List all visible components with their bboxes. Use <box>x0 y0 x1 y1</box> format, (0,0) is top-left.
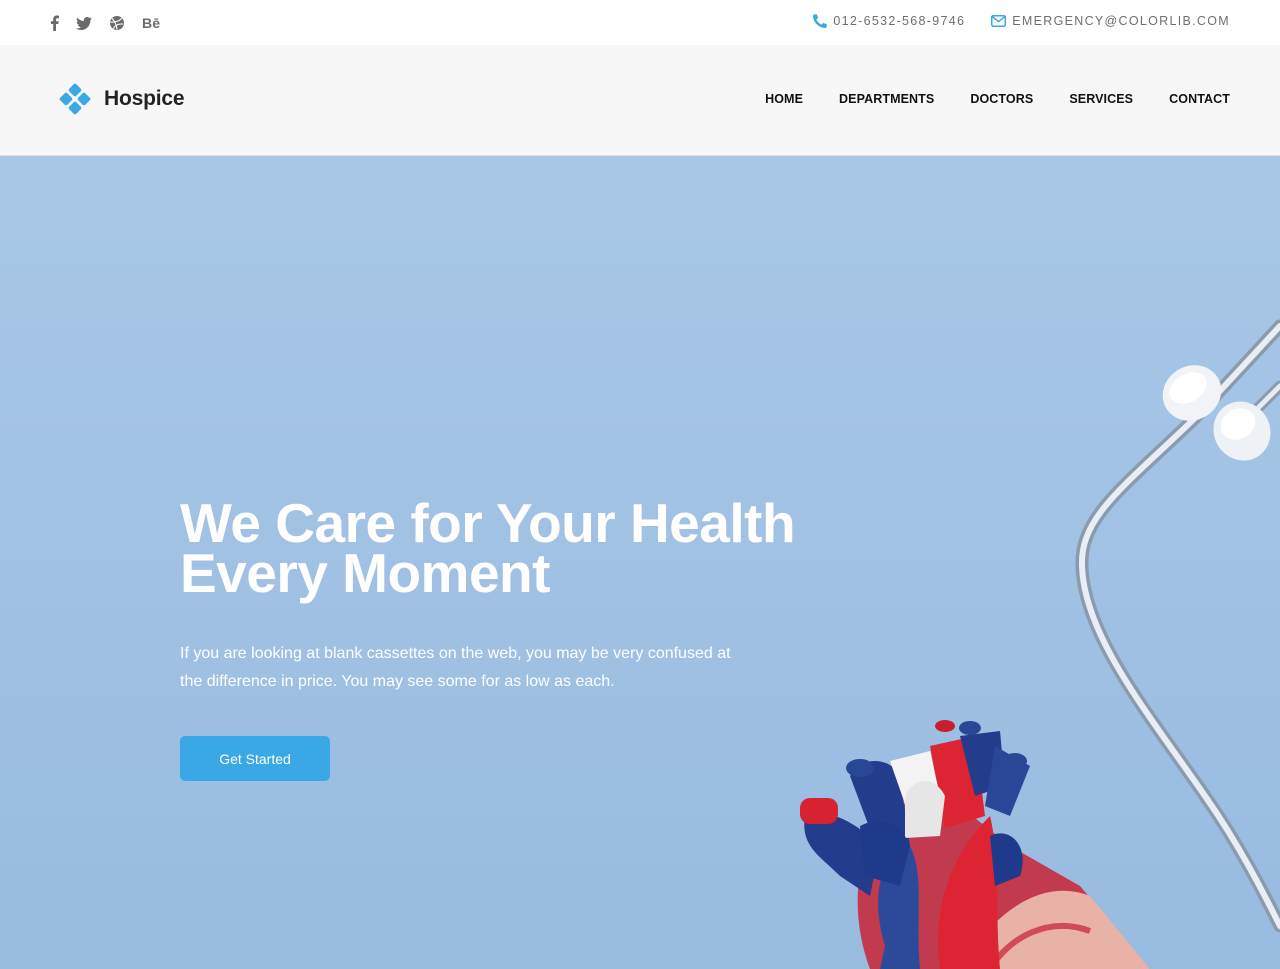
twitter-icon[interactable] <box>76 14 92 32</box>
phone-link[interactable]: 012-6532-568-9746 <box>813 14 965 28</box>
stethoscope-illustration <box>1075 319 1280 933</box>
nav-home[interactable]: HOME <box>765 92 803 106</box>
envelope-icon <box>991 15 1007 27</box>
nav-doctors[interactable]: DOCTORS <box>970 92 1033 106</box>
hero-description-line-1: If you are looking at blank cassettes on… <box>180 645 731 662</box>
main-nav: HOME DEPARTMENTS DOCTORS SERVICES CONTAC… <box>765 92 1230 106</box>
email-address: EMERGENCY@COLORLIB.COM <box>1012 14 1230 28</box>
nav-contact[interactable]: CONTACT <box>1169 92 1230 106</box>
hero-title-line-1: We Care for Your Health <box>180 492 796 554</box>
nav-services[interactable]: SERVICES <box>1069 92 1133 106</box>
hero-title: We Care for Your Health Every Moment <box>180 492 880 604</box>
phone-number: 012-6532-568-9746 <box>833 14 966 28</box>
heart-model-illustration <box>800 720 1150 969</box>
phone-icon <box>813 14 828 28</box>
main-header: Hospice HOME DEPARTMENTS DOCTORS SERVICE… <box>0 45 1280 156</box>
contact-info: 012-6532-568-9746 EMERGENCY@COLORLIB.COM <box>813 14 1230 28</box>
hero-description: If you are looking at blank cassettes on… <box>180 640 750 696</box>
facebook-icon[interactable] <box>50 14 59 32</box>
logo-icon <box>59 83 91 115</box>
logo[interactable]: Hospice <box>59 83 184 115</box>
hero-section: We Care for Your Health Every Moment If … <box>0 156 1280 969</box>
behance-icon[interactable]: Bē <box>142 14 160 32</box>
dribbble-icon[interactable] <box>109 14 125 32</box>
logo-text: Hospice <box>104 87 185 110</box>
hero-description-line-2: the difference in price. You may see som… <box>180 673 615 690</box>
get-started-button[interactable]: Get Started <box>180 736 330 781</box>
top-bar: Bē 012-6532-568-9746 EMERGENCY@COLORLIB.… <box>0 0 1280 45</box>
nav-departments[interactable]: DEPARTMENTS <box>839 92 934 106</box>
hero-title-line-2: Every Moment <box>180 542 550 604</box>
email-link[interactable]: EMERGENCY@COLORLIB.COM <box>991 14 1230 28</box>
social-links: Bē <box>50 13 160 33</box>
